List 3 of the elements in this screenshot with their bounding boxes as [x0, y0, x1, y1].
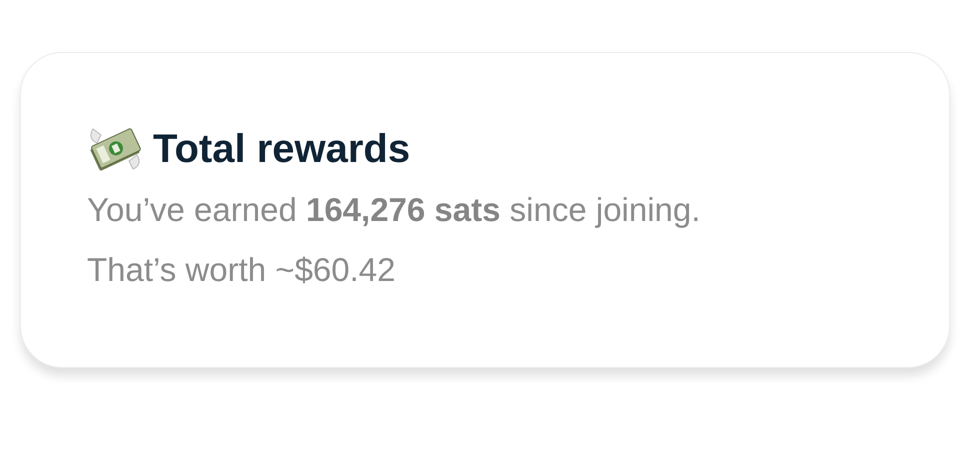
rewards-text: You’ve earned 164,276 sats since joining.: [87, 190, 702, 230]
card-title: Total rewards: [153, 126, 410, 172]
rewards-text: That’s worth ~$60.42: [87, 250, 397, 290]
